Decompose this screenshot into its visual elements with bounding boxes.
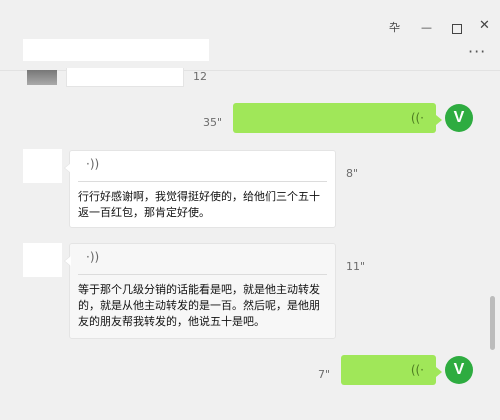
close-icon[interactable]: ✕ — [479, 19, 490, 32]
voice-wave-icon: ((· — [410, 363, 424, 377]
self-avatar-logo-icon[interactable]: V — [445, 104, 473, 132]
voice-duration: 11" — [346, 260, 366, 273]
maximize-icon[interactable] — [452, 24, 462, 34]
voice-wave-icon: ((· — [410, 111, 424, 125]
self-avatar-logo-icon[interactable]: V — [445, 356, 473, 384]
received-voice-bubble[interactable]: ·)) 等于那个几级分销的话能看是吧，就是他主动转发的，就是从他主动转发的是一百… — [64, 243, 336, 339]
scrollbar-track[interactable] — [489, 70, 497, 400]
voice-duration: 8" — [346, 167, 359, 180]
voice-message-bubble[interactable] — [66, 68, 184, 87]
title-bar: 卆 — ✕ — [0, 0, 500, 34]
sent-voice-bubble[interactable]: ((· — [341, 355, 442, 385]
minimize-icon[interactable]: — — [421, 22, 432, 34]
contact-avatar[interactable] — [23, 149, 62, 183]
voice-wave-icon: ·)) — [86, 157, 100, 171]
scrollbar-thumb[interactable] — [490, 296, 495, 350]
received-voice-bubble[interactable]: ·)) 行行好感谢啊，我觉得挺好使的，给他们三个五十返一百红包，那肯定好使。 — [64, 150, 336, 228]
voice-transcript: 行行好感谢啊，我觉得挺好使的，给他们三个五十返一百红包，那肯定好使。 — [78, 190, 320, 219]
voice-transcript: 等于那个几级分销的话能看是吧，就是他主动转发的，就是从他主动转发的是一百。然后呢… — [78, 283, 320, 328]
sent-voice-bubble[interactable]: ((· — [233, 103, 442, 133]
more-options-icon[interactable]: ··· — [468, 42, 486, 61]
avatar[interactable] — [27, 70, 57, 85]
voice-duration: 12 — [193, 70, 207, 83]
contact-avatar[interactable] — [23, 243, 62, 277]
pin-icon[interactable]: 卆 — [389, 22, 400, 34]
chat-header — [0, 34, 500, 71]
voice-duration: 7" — [318, 368, 331, 381]
voice-duration: 35" — [203, 116, 223, 129]
voice-wave-icon: ·)) — [86, 250, 100, 264]
chat-title-redacted — [23, 39, 209, 61]
transcript-divider — [78, 274, 327, 275]
transcript-divider — [78, 181, 327, 182]
